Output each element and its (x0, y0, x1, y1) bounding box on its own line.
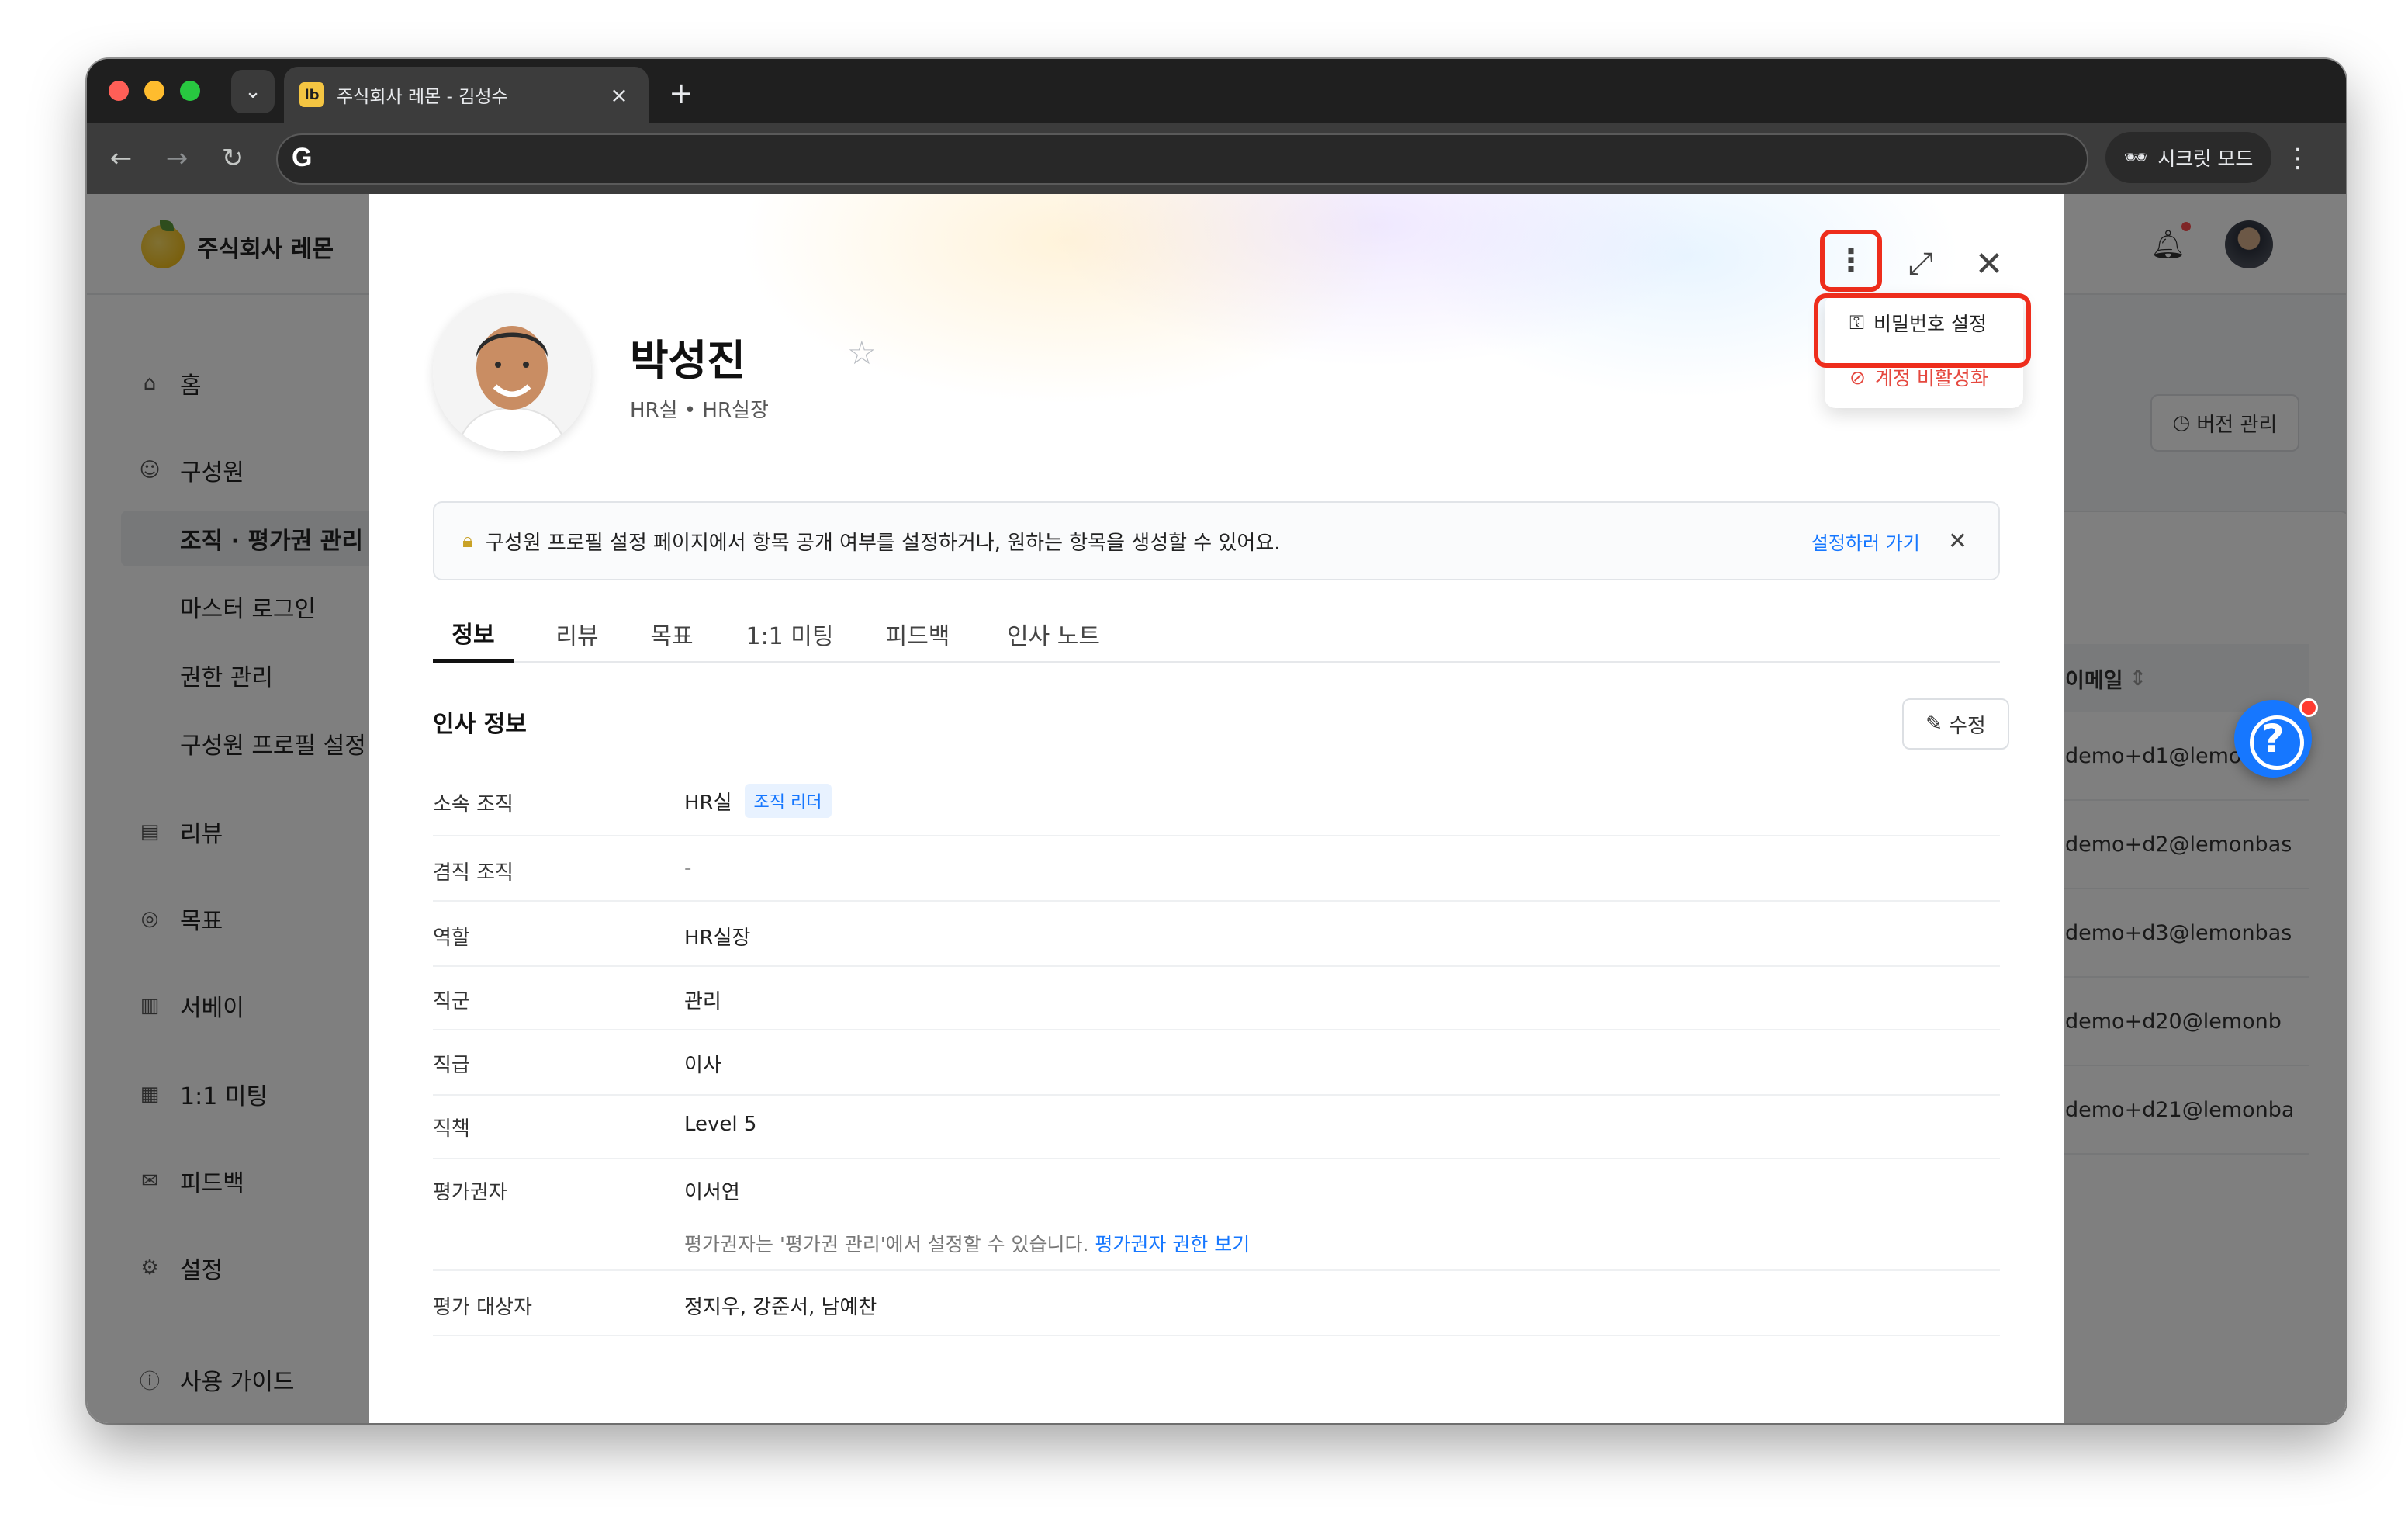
info-row-duty: 직책 Level 5 (433, 1096, 2000, 1159)
info-row-evaluator: 평가권자 이서연 평가권자는 '평가권 관리'에서 설정할 수 있습니다. 평가… (433, 1159, 2000, 1271)
info-label: 직군 (433, 990, 470, 1013)
arrow-right-icon: → (165, 143, 189, 174)
pencil-icon: ✎ (1925, 712, 1943, 736)
info-label: 겸직 조직 (433, 861, 514, 885)
expand-button[interactable]: ⤢ (1890, 233, 1952, 295)
tab-title: 주식회사 레몬 - 김성수 (337, 87, 508, 107)
expand-icon: ⤢ (1908, 246, 1933, 282)
go-to-settings-link[interactable]: 설정하러 가기 (1811, 528, 1920, 555)
star-icon[interactable]: ☆ (847, 334, 877, 372)
tab-goals[interactable]: 목표 (633, 605, 711, 663)
tab-review[interactable]: 리뷰 (538, 605, 616, 663)
info-row-rank: 직급 이사 (433, 1030, 2000, 1096)
tab-info[interactable]: 정보 (433, 605, 514, 663)
info-label: 소속 조직 (433, 793, 514, 816)
plus-icon: + (669, 76, 694, 110)
profile-settings-notice: 🔒︎ 구성원 프로필 설정 페이지에서 항목 공개 여부를 설정하거나, 원하는… (433, 501, 2000, 580)
forward-button[interactable]: → (158, 140, 195, 177)
tab-feedback[interactable]: 피드백 (867, 605, 968, 663)
person-portrait-icon (433, 293, 591, 452)
address-bar[interactable]: G (276, 133, 2088, 185)
org-value: HR실 (684, 791, 732, 815)
status-badge: 조직 리더 (744, 784, 832, 818)
incognito-icon: 🕶 (2123, 146, 2149, 168)
highlight-frame (1814, 293, 2031, 368)
edit-button[interactable]: ✎ 수정 (1902, 698, 2009, 750)
info-value: HR실장 (684, 927, 751, 950)
favicon: lb (299, 82, 324, 107)
info-row-job-group: 직군 관리 (433, 967, 2000, 1030)
info-value: - (684, 857, 692, 880)
info-label: 직급 (433, 1054, 470, 1077)
browser-tab[interactable]: lb 주식회사 레몬 - 김성수 × (284, 67, 649, 123)
hint-text: 평가권자는 '평가권 관리'에서 설정할 수 있습니다. (684, 1233, 1089, 1256)
browser-toolbar: ← → ↻ G 🕶 시크릿 모드 ⋮ (87, 123, 2346, 194)
incognito-label: 시크릿 모드 (2157, 147, 2254, 170)
close-icon: ✕ (1974, 244, 2004, 284)
info-value: 정지우, 강준서, 남예찬 (684, 1296, 877, 1319)
member-subtitle: HR실 • HR실장 (630, 399, 769, 422)
browser-window: ⌄ lb 주식회사 레몬 - 김성수 × + ← → ↻ G 🕶 시크릿 모드 … (87, 59, 2346, 1423)
tab-hr-notes[interactable]: 인사 노트 (984, 605, 1123, 663)
more-vertical-icon: ⋮ (1835, 243, 1867, 279)
member-profile-drawer: 박성진 ☆ HR실 • HR실장 ⋮ ⤢ ✕ ⚿ 비밀번호 설정 ⊘ 계정 비활… (369, 194, 2064, 1423)
close-tab-icon[interactable]: × (605, 82, 633, 108)
tab-search-button[interactable]: ⌄ (231, 70, 275, 113)
tab-strip: ⌄ lb 주식회사 레몬 - 김성수 × + (87, 59, 2346, 123)
info-row-concurrent-org: 겸직 조직 - (433, 836, 2000, 902)
back-button[interactable]: ← (102, 140, 140, 177)
info-label: 평가 대상자 (433, 1296, 532, 1319)
more-vertical-icon: ⋮ (2285, 143, 2311, 174)
incognito-indicator[interactable]: 🕶 시크릿 모드 (2105, 132, 2271, 183)
close-drawer-button[interactable]: ✕ (1958, 233, 2020, 295)
info-row-role: 역할 HR실장 (433, 902, 2000, 967)
arrow-left-icon: ← (109, 143, 133, 174)
close-notice-icon[interactable]: ✕ (1948, 528, 1967, 555)
info-value: 관리 (684, 990, 721, 1013)
info-label: 직책 (433, 1117, 470, 1141)
chevron-down-icon: ⌄ (244, 80, 261, 103)
close-window-button[interactable] (109, 81, 129, 101)
info-value: 이사 (684, 1054, 721, 1077)
evaluator-hint: 평가권자는 '평가권 관리'에서 설정할 수 있습니다. 평가권자 권한 보기 (684, 1229, 1250, 1257)
info-label: 역할 (433, 927, 470, 950)
info-value: Level 5 (684, 1113, 757, 1136)
profile-photo (433, 293, 591, 452)
help-notification-dot (2299, 698, 2318, 717)
notice-text: 구성원 프로필 설정 페이지에서 항목 공개 여부를 설정하거나, 원하는 항목… (485, 531, 1281, 555)
info-row-evaluation-targets: 평가 대상자 정지우, 강준서, 남예찬 (433, 1271, 2000, 1336)
google-icon: G (292, 143, 313, 172)
info-value: 이서연 (684, 1181, 740, 1204)
maximize-window-button[interactable] (180, 81, 200, 101)
tab-one-on-one[interactable]: 1:1 미팅 (728, 605, 852, 663)
section-title-hr-info: 인사 정보 (433, 711, 527, 738)
info-value: HR실 조직 리더 (684, 784, 832, 818)
minimize-window-button[interactable] (144, 81, 164, 101)
app-viewport: 주식회사 레몬 🔔︎ ⌂홈 ☺구성원 조직 · 평가권 관리 마스터 로그인 권… (87, 194, 2346, 1423)
question-icon: ? (2261, 716, 2285, 761)
info-row-org: 소속 조직 HR실 조직 리더 (433, 771, 2000, 836)
member-name: 박성진 (630, 336, 746, 385)
new-tab-button[interactable]: + (659, 71, 703, 115)
info-label: 평가권자 (433, 1181, 507, 1204)
browser-menu-button[interactable]: ⋮ (2282, 138, 2313, 178)
lock-icon: 🔒︎ (462, 528, 473, 552)
profile-tabs: 정보 리뷰 목표 1:1 미팅 피드백 인사 노트 (433, 605, 2000, 663)
header-gradient (369, 194, 2064, 535)
reload-button[interactable]: ↻ (214, 140, 251, 177)
reload-icon: ↻ (221, 143, 244, 174)
view-evaluator-permissions-link[interactable]: 평가권자 권한 보기 (1095, 1233, 1250, 1256)
more-options-button[interactable]: ⋮ (1820, 230, 1882, 292)
ban-icon: ⊘ (1849, 365, 1866, 389)
